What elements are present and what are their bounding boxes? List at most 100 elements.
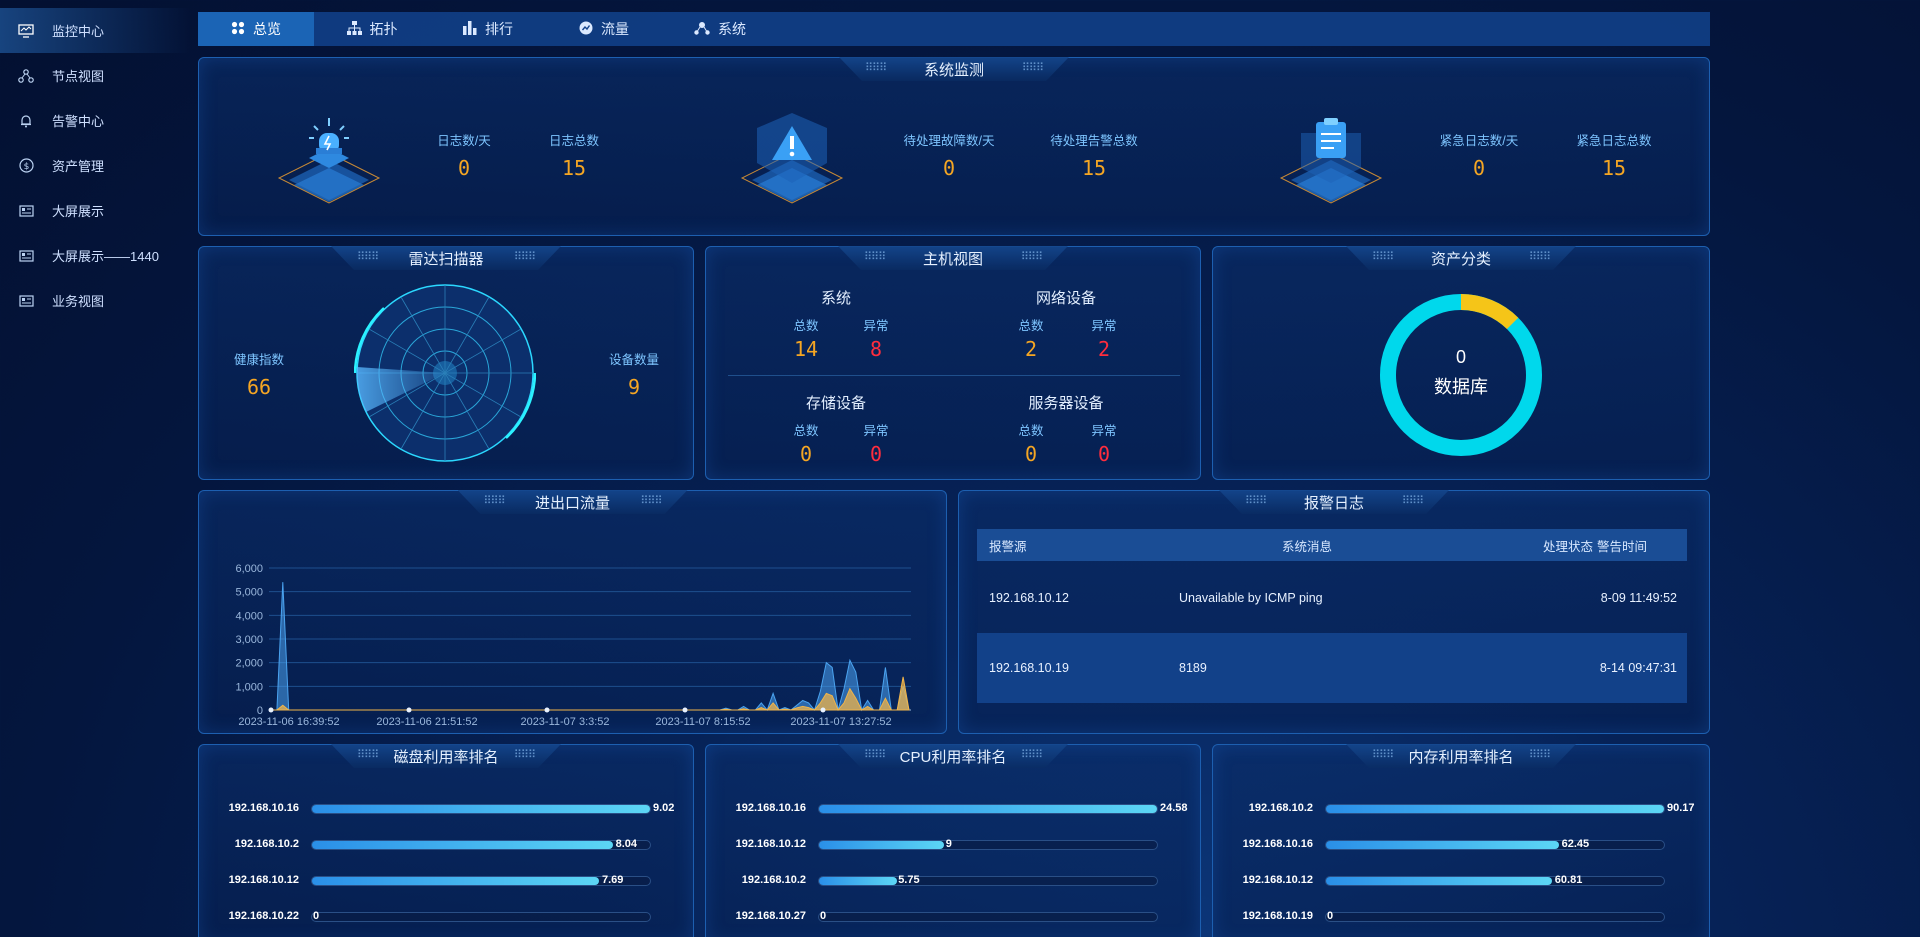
rank-ip: 192.168.10.2 — [234, 838, 299, 850]
rank-track — [311, 876, 651, 886]
tab-label: 排行 — [485, 21, 513, 37]
total-label: 总数 — [793, 319, 819, 333]
sidebar-item-label: 监控中心 — [52, 24, 105, 39]
rank-track — [1325, 804, 1665, 814]
rank-ip: 192.168.10.12 — [228, 874, 299, 886]
system-monitor-panel: 系统监测 日志数/天 0 日志总数 15 待处理故障数/天 0 待处理告警总数 … — [198, 57, 1710, 236]
health-index-value: 66 — [246, 375, 272, 399]
bar-chart-icon — [463, 20, 477, 38]
rank-row[interactable]: 192.168.10.12 7.69 — [199, 872, 693, 890]
rank-row[interactable]: 192.168.10.12 9 — [706, 836, 1200, 854]
screen-icon — [16, 203, 36, 219]
radar-scanner-graphic — [354, 284, 536, 462]
tab-overview[interactable]: 总览 — [198, 12, 314, 46]
table-row[interactable]: 192.168.10.12 Unavailable by ICMP ping 8… — [977, 563, 1687, 633]
abnormal-label: 异常 — [1091, 319, 1117, 333]
panel-title: 磁盘利用率排名 — [331, 744, 561, 768]
tab-flow[interactable]: 流量 — [546, 12, 662, 46]
rank-row[interactable]: 192.168.10.12 60.81 — [1213, 872, 1709, 890]
rank-bar — [819, 805, 1157, 813]
rank-row[interactable]: 192.168.10.2 90.17 — [1213, 800, 1709, 818]
y-tick-label: 4,000 — [235, 610, 263, 622]
x-tick-label: 2023-11-07 3:3:52 — [520, 716, 609, 728]
rank-ip: 192.168.10.22 — [228, 910, 299, 922]
rank-value: 9.02 — [653, 802, 675, 814]
pending-alarm-total-label: 待处理告警总数 — [1050, 134, 1138, 148]
host-group-name: 服务器设备 — [1028, 395, 1104, 412]
host-group-name: 存储设备 — [805, 395, 866, 412]
tab-label: 总览 — [253, 21, 281, 37]
health-index-label: 健康指数 — [233, 353, 284, 367]
x-tick-dot — [268, 707, 274, 713]
rank-value: 62.45 — [1561, 838, 1590, 850]
sidebar-item-big-screen-1440[interactable]: 大屏展示——1440 — [0, 233, 190, 278]
tab-system[interactable]: 系统 — [662, 12, 778, 46]
sidebar-item-node-view[interactable]: 节点视图 — [0, 53, 190, 98]
dollar-icon: $ — [16, 158, 36, 174]
sidebar-item-asset-management[interactable]: $ 资产管理 — [0, 143, 190, 188]
y-tick-label: 5,000 — [235, 587, 263, 599]
host-abnormal-value: 0 — [1097, 442, 1111, 466]
clipboard-icon — [1279, 118, 1383, 204]
rank-track — [1325, 876, 1665, 886]
column-header-time: 警告时间 — [1597, 539, 1648, 554]
column-header-source: 报警源 — [989, 539, 1027, 554]
rank-row[interactable]: 192.168.10.19 0 — [1213, 908, 1709, 926]
tab-topology[interactable]: 拓扑 — [314, 12, 430, 46]
tab-ranking[interactable]: 排行 — [430, 12, 546, 46]
host-group-name: 网络设备 — [1035, 290, 1096, 307]
urgent-log-per-day-label: 紧急日志数/天 — [1439, 134, 1519, 148]
y-tick-label: 1,000 — [235, 681, 263, 693]
top-tab-bar: 总览 拓扑 排行 流量 系统 — [198, 12, 1710, 46]
rank-row[interactable]: 192.168.10.2 8.04 — [199, 836, 693, 854]
y-tick-label: 6,000 — [235, 563, 263, 575]
sidebar-item-label: 大屏展示——1440 — [52, 249, 159, 264]
bell-icon — [16, 113, 36, 129]
traffic-area-chart[interactable]: 6,0005,0004,0003,0002,0001,00002023-11-0… — [199, 491, 948, 735]
rank-bar — [819, 841, 945, 849]
table-row[interactable]: 192.168.10.19 8189 8-14 09:47:31 — [977, 633, 1687, 703]
urgent-log-total-value: 15 — [1601, 156, 1627, 180]
rank-ip: 192.168.10.12 — [735, 838, 806, 850]
rank-value: 9 — [945, 838, 952, 850]
rank-value: 90.17 — [1667, 802, 1695, 814]
host-view-panel: 主机视图 系统 总数 异常 14 8 网络设备 总数 异常 2 2 存储设备 总… — [705, 246, 1201, 480]
x-tick-label: 2023-11-07 13:27:52 — [790, 716, 891, 728]
host-abnormal-value: 0 — [869, 442, 883, 466]
rank-row[interactable]: 192.168.10.16 9.02 — [199, 800, 693, 818]
x-tick-label: 2023-11-07 8:15:52 — [655, 716, 750, 728]
abnormal-label: 异常 — [863, 319, 889, 333]
sidebar-item-alarm-center[interactable]: 告警中心 — [0, 98, 190, 143]
rank-row[interactable]: 192.168.10.22 0 — [199, 908, 693, 926]
tab-label: 系统 — [718, 21, 746, 37]
panel-title: 主机视图 — [838, 246, 1068, 270]
rank-row[interactable]: 192.168.10.27 0 — [706, 908, 1200, 926]
host-total-value: 0 — [1024, 442, 1038, 466]
cpu-usage-rank-panel: CPU利用率排名 192.168.10.16 24.58 192.168.10.12… — [705, 744, 1201, 937]
rank-row[interactable]: 192.168.10.2 5.75 — [706, 872, 1200, 890]
rank-ip: 192.168.10.16 — [735, 802, 806, 814]
panel-title: 雷达扫描器 — [331, 246, 561, 270]
alarm-message: 8189 — [1179, 661, 1207, 675]
svg-text:$: $ — [23, 162, 29, 172]
host-group-name: 系统 — [820, 290, 851, 307]
total-label: 总数 — [1018, 319, 1044, 333]
host-abnormal-value: 8 — [869, 337, 883, 361]
sidebar-item-business-view[interactable]: 业务视图 — [0, 278, 190, 323]
rank-bar — [1326, 877, 1553, 885]
rank-value: 0 — [820, 910, 827, 922]
alarm-time: 8-14 09:47:31 — [1599, 661, 1677, 675]
rank-row[interactable]: 192.168.10.16 62.45 — [1213, 836, 1709, 854]
rank-ip: 192.168.10.2 — [1248, 802, 1313, 814]
host-total-value: 14 — [793, 337, 819, 361]
asset-center-value: 0 — [1455, 347, 1466, 367]
tab-label: 流量 — [601, 21, 629, 37]
alarm-table-header: 报警源 系统消息 处理状态 警告时间 — [977, 529, 1687, 561]
sidebar-item-monitor-center[interactable]: 监控中心 — [0, 8, 190, 53]
grid-icon — [231, 21, 245, 38]
pending-fault-value: 0 — [942, 156, 956, 180]
sidebar-item-big-screen[interactable]: 大屏展示 — [0, 188, 190, 233]
urgent-log-per-day-value: 0 — [1472, 156, 1486, 180]
rank-row[interactable]: 192.168.10.16 24.58 — [706, 800, 1200, 818]
rank-value: 8.04 — [615, 838, 638, 850]
